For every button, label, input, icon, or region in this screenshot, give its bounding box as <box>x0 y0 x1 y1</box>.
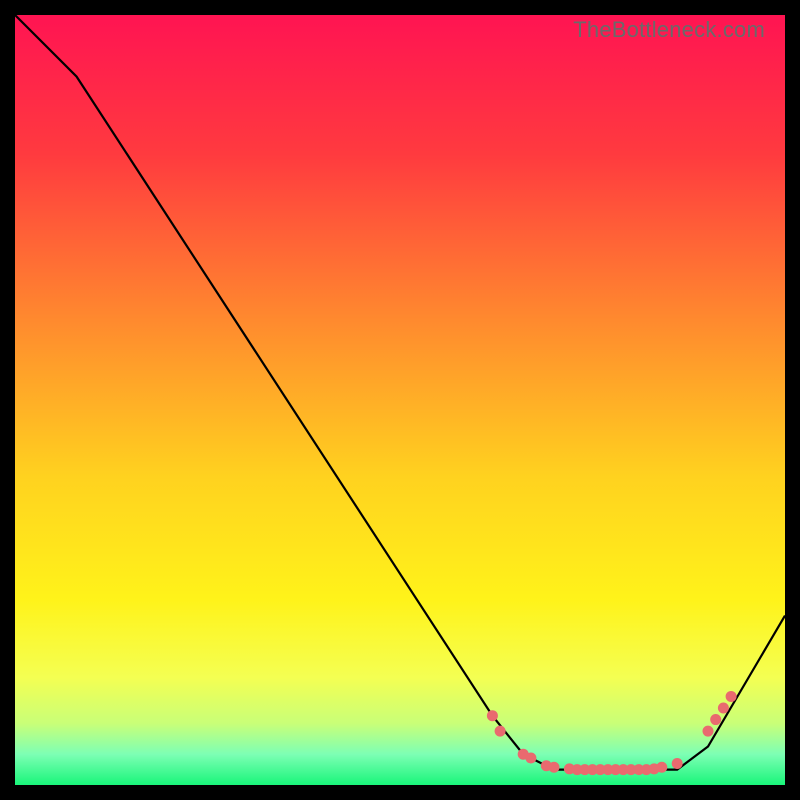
data-point <box>710 714 721 725</box>
data-point <box>525 753 536 764</box>
chart-frame: TheBottleneck.com <box>15 15 785 785</box>
data-point <box>495 726 506 737</box>
data-point <box>672 758 683 769</box>
data-point <box>549 762 560 773</box>
watermark-text: TheBottleneck.com <box>573 17 765 43</box>
data-point <box>703 726 714 737</box>
data-point <box>726 691 737 702</box>
data-point <box>718 703 729 714</box>
gradient-background <box>15 15 785 785</box>
data-point <box>487 710 498 721</box>
data-point <box>656 762 667 773</box>
bottleneck-chart <box>15 15 785 785</box>
